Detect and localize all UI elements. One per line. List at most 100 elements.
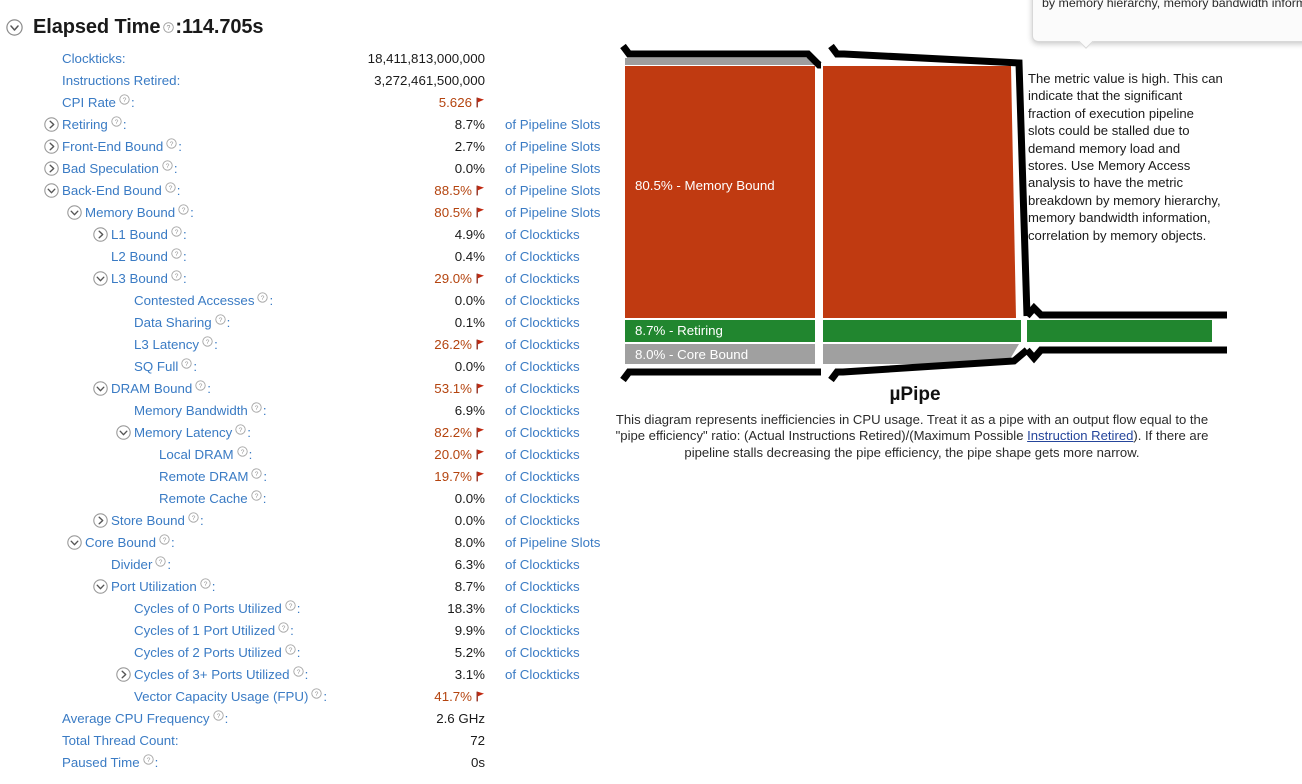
help-icon[interactable]: ? xyxy=(155,556,167,567)
metric-label[interactable]: Front-End Bound?: xyxy=(62,136,182,158)
metric-label[interactable]: Total Thread Count: xyxy=(62,730,179,752)
metric-row[interactable]: L3 Bound?: 29.0% of Clockticks xyxy=(0,268,620,290)
metric-row[interactable]: Back-End Bound?: 88.5% of Pipeline Slots xyxy=(0,180,620,202)
metric-label[interactable]: Instructions Retired: xyxy=(62,70,180,92)
metric-value-text: 3.1% xyxy=(454,667,485,682)
help-icon[interactable]: ? xyxy=(163,21,175,33)
metric-row[interactable]: SQ Full?: 0.0% of Clockticks xyxy=(0,356,620,378)
metric-row[interactable]: Vector Capacity Usage (FPU)?: 41.7% xyxy=(0,686,620,708)
metric-row[interactable]: Total Thread Count: 72 xyxy=(0,730,620,752)
metric-label[interactable]: Vector Capacity Usage (FPU)?: xyxy=(134,686,327,708)
metric-row[interactable]: DRAM Bound?: 53.1% of Clockticks xyxy=(0,378,620,400)
help-icon[interactable]: ? xyxy=(159,534,170,545)
metric-row[interactable]: Front-End Bound?: 2.7% of Pipeline Slots xyxy=(0,136,620,158)
expand-collapse-icon[interactable] xyxy=(6,18,23,36)
metric-row[interactable]: Memory Latency?: 82.2% of Clockticks xyxy=(0,422,620,444)
help-icon[interactable]: ? xyxy=(188,512,199,523)
metric-label[interactable]: SQ Full?: xyxy=(134,356,197,378)
metric-label[interactable]: Core Bound?: xyxy=(85,532,175,554)
help-icon[interactable]: ? xyxy=(236,446,248,457)
help-icon[interactable]: ? xyxy=(251,468,263,479)
help-icon[interactable]: ? xyxy=(200,578,211,589)
metric-label[interactable]: Contested Accesses?: xyxy=(134,290,273,312)
metric-row[interactable]: Store Bound?: 0.0% of Clockticks xyxy=(0,510,620,532)
metric-row[interactable]: Cycles of 2 Ports Utilized?: 5.2% of Clock… xyxy=(0,642,620,664)
metric-label[interactable]: Divider?: xyxy=(111,554,171,576)
metric-label[interactable]: Cycles of 2 Ports Utilized?: xyxy=(134,642,301,664)
metric-label[interactable]: L3 Bound?: xyxy=(111,268,187,290)
metric-label[interactable]: Paused Time?: xyxy=(62,752,158,774)
metric-row[interactable]: Memory Bandwidth?: 6.9% of Clockticks xyxy=(0,400,620,422)
metric-label[interactable]: Port Utilization?: xyxy=(111,576,215,598)
metric-label[interactable]: L2 Bound?: xyxy=(111,246,187,268)
metric-label[interactable]: Remote Cache?: xyxy=(159,488,266,510)
metric-label[interactable]: Local DRAM?: xyxy=(159,444,252,466)
metric-row[interactable]: Paused Time?: 0s xyxy=(0,752,620,774)
metric-row[interactable]: L1 Bound?: 4.9% of Clockticks xyxy=(0,224,620,246)
help-icon[interactable]: ? xyxy=(278,622,289,633)
help-icon[interactable]: ? xyxy=(171,226,182,237)
metric-row[interactable]: Memory Bound?: 80.5% of Pipeline Slots xyxy=(0,202,620,224)
metric-label-colon: : xyxy=(207,381,211,396)
metric-label[interactable]: Cycles of 1 Port Utilized?: xyxy=(134,620,294,642)
metric-label[interactable]: Memory Bandwidth?: xyxy=(134,400,267,422)
instruction-retired-link[interactable]: Instruction Retired xyxy=(1027,428,1133,443)
help-icon[interactable]: ? xyxy=(165,182,176,193)
metric-row[interactable]: Port Utilization?: 8.7% of Clockticks xyxy=(0,576,620,598)
metric-row[interactable]: Local DRAM?: 20.0% of Clockticks xyxy=(0,444,620,466)
metric-row[interactable]: Cycles of 3+ Ports Utilized?: 3.1% of Cloc… xyxy=(0,664,620,686)
help-icon[interactable]: ? xyxy=(171,270,182,281)
metric-label[interactable]: DRAM Bound?: xyxy=(111,378,211,400)
metric-row[interactable]: Cycles of 1 Port Utilized?: 9.9% of Clockt… xyxy=(0,620,620,642)
metric-row[interactable]: Retiring?: 8.7% of Pipeline Slots xyxy=(0,114,620,136)
metric-label[interactable]: Data Sharing?: xyxy=(134,312,230,334)
help-icon[interactable]: ? xyxy=(285,600,296,611)
help-icon[interactable]: ? xyxy=(162,160,173,171)
metric-row[interactable]: Average CPU Frequency?: 2.6 GHz xyxy=(0,708,620,730)
metric-row[interactable]: Contested Accesses?: 0.0% of Clockticks xyxy=(0,290,620,312)
metric-label[interactable]: Clockticks: xyxy=(62,48,126,70)
help-icon[interactable]: ? xyxy=(251,402,262,413)
help-icon[interactable]: ? xyxy=(142,754,154,765)
metric-label[interactable]: Memory Latency?: xyxy=(134,422,251,444)
help-icon[interactable]: ? xyxy=(202,336,213,347)
help-icon[interactable]: ? xyxy=(178,204,189,215)
metric-label[interactable]: Cycles of 3+ Ports Utilized?: xyxy=(134,664,308,686)
metric-label[interactable]: Back-End Bound?: xyxy=(62,180,181,202)
metric-row[interactable]: Remote DRAM?: 19.7% of Clockticks xyxy=(0,466,620,488)
metric-row[interactable]: L2 Bound?: 0.4% of Clockticks xyxy=(0,246,620,268)
metric-row[interactable]: Core Bound?: 8.0% of Pipeline Slots xyxy=(0,532,620,554)
metric-label[interactable]: Store Bound?: xyxy=(111,510,204,532)
help-icon[interactable]: ? xyxy=(195,380,206,391)
metric-row[interactable]: L3 Latency?: 26.2% of Clockticks xyxy=(0,334,620,356)
help-icon[interactable]: ? xyxy=(235,424,246,435)
metric-row[interactable]: Instructions Retired: 3,272,461,500,000 xyxy=(0,70,620,92)
metric-row[interactable]: Clockticks: 18,411,813,000,000 xyxy=(0,48,620,70)
svg-text:?: ? xyxy=(261,295,265,302)
metric-row[interactable]: Remote Cache?: 0.0% of Clockticks xyxy=(0,488,620,510)
metric-row[interactable]: Cycles of 0 Ports Utilized?: 18.3% of Cloc… xyxy=(0,598,620,620)
metric-row[interactable]: Data Sharing?: 0.1% of Clockticks xyxy=(0,312,620,334)
metric-label[interactable]: L3 Latency?: xyxy=(134,334,218,356)
metric-row[interactable]: CPI Rate?: 5.626 xyxy=(0,92,620,114)
metric-label[interactable]: Memory Bound?: xyxy=(85,202,194,224)
help-icon[interactable]: ? xyxy=(212,710,224,721)
help-icon[interactable]: ? xyxy=(181,358,192,369)
metric-row[interactable]: Divider?: 6.3% of Clockticks xyxy=(0,554,620,576)
help-icon[interactable]: ? xyxy=(257,292,269,303)
help-icon[interactable]: ? xyxy=(119,94,130,105)
metric-label[interactable]: Remote DRAM?: xyxy=(159,466,267,488)
metric-label[interactable]: Average CPU Frequency?: xyxy=(62,708,228,730)
help-icon[interactable]: ? xyxy=(166,138,177,149)
metric-label[interactable]: Cycles of 0 Ports Utilized?: xyxy=(134,598,301,620)
help-icon[interactable]: ? xyxy=(214,314,226,325)
help-icon[interactable]: ? xyxy=(285,644,296,655)
metric-label[interactable]: Retiring?: xyxy=(62,114,127,136)
help-icon[interactable]: ? xyxy=(251,490,262,501)
metric-label[interactable]: CPI Rate?: xyxy=(62,92,135,114)
metric-label[interactable]: L1 Bound?: xyxy=(111,224,187,246)
help-icon[interactable]: ? xyxy=(111,116,122,127)
help-icon[interactable]: ? xyxy=(171,248,182,259)
metric-row[interactable]: Bad Speculation?: 0.0% of Pipeline Slots xyxy=(0,158,620,180)
metric-label[interactable]: Bad Speculation?: xyxy=(62,158,178,180)
